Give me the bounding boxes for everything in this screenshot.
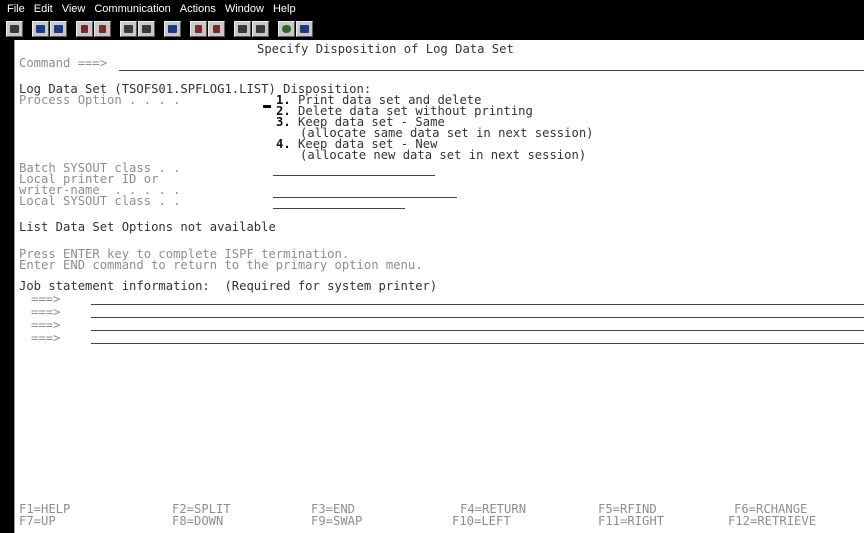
list-options-message: List Data Set Options not available bbox=[19, 220, 276, 234]
local-sysout-input[interactable] bbox=[273, 208, 405, 209]
color-palette-icon[interactable] bbox=[278, 21, 295, 37]
fkey-f9[interactable]: F9=SWAP bbox=[311, 515, 362, 528]
macro-record-icon[interactable] bbox=[120, 21, 137, 37]
process-option-label: Process Option . . . . bbox=[19, 93, 181, 107]
macro-play-icon[interactable] bbox=[138, 21, 155, 37]
job-prompt-4: ===> bbox=[31, 331, 61, 345]
menu-bar: File Edit View Communication Actions Win… bbox=[0, 0, 864, 18]
keypad-icon[interactable] bbox=[234, 21, 251, 37]
job-statement-input-3[interactable] bbox=[91, 330, 864, 331]
command-label: Command ===> bbox=[19, 56, 108, 70]
menu-edit[interactable]: Edit bbox=[34, 3, 53, 15]
job-statement-input-4[interactable] bbox=[91, 343, 864, 344]
enter-end-message: Enter END command to return to the prima… bbox=[19, 258, 423, 272]
transfer-down-icon[interactable] bbox=[208, 21, 225, 37]
process-option-input[interactable] bbox=[263, 105, 271, 108]
command-input[interactable] bbox=[119, 70, 864, 71]
send-file-icon[interactable] bbox=[76, 21, 93, 37]
batch-sysout-input[interactable] bbox=[273, 175, 435, 176]
writer-name-input[interactable] bbox=[273, 197, 457, 198]
receive-file-icon[interactable] bbox=[94, 21, 111, 37]
job-statement-label: Job statement information: (Required for… bbox=[19, 279, 438, 293]
job-statement-input-2[interactable] bbox=[91, 317, 864, 318]
menu-actions[interactable]: Actions bbox=[180, 3, 216, 15]
keyboard-map-icon[interactable] bbox=[252, 21, 269, 37]
menu-help[interactable]: Help bbox=[273, 3, 296, 15]
fkey-f11[interactable]: F11=RIGHT bbox=[598, 515, 664, 528]
toolbar bbox=[0, 18, 864, 40]
option-4-note: (allocate new data set in next session) bbox=[300, 148, 587, 162]
menu-communication[interactable]: Communication bbox=[94, 3, 170, 15]
menu-file[interactable]: File bbox=[7, 3, 25, 15]
fkey-f7[interactable]: F7=UP bbox=[19, 515, 56, 528]
fkey-f10[interactable]: F10=LEFT bbox=[452, 515, 511, 528]
menu-view[interactable]: View bbox=[62, 3, 86, 15]
fkey-f12[interactable]: F12=RETRIEVE bbox=[728, 515, 816, 528]
print-screen-icon[interactable] bbox=[6, 21, 23, 37]
help-icon[interactable] bbox=[296, 21, 313, 37]
copy-icon[interactable] bbox=[32, 21, 49, 37]
display-icon[interactable] bbox=[164, 21, 181, 37]
fkey-f8[interactable]: F8=DOWN bbox=[172, 515, 223, 528]
local-sysout-label: Local SYSOUT class . . bbox=[19, 194, 181, 208]
paste-icon[interactable] bbox=[50, 21, 67, 37]
menu-window[interactable]: Window bbox=[225, 3, 264, 15]
job-statement-input-1[interactable] bbox=[91, 304, 864, 305]
page-title: Specify Disposition of Log Data Set bbox=[257, 42, 514, 56]
transfer-up-icon[interactable] bbox=[190, 21, 207, 37]
terminal-screen: Specify Disposition of Log Data Set Comm… bbox=[14, 40, 864, 533]
